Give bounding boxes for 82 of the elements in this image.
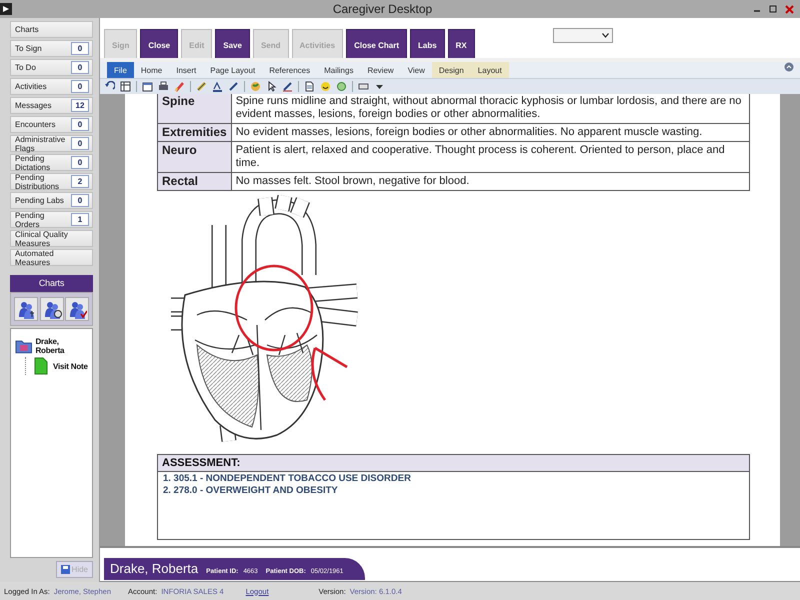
diagnosis-item: 1. 305.1 - NONDEPENDENT TOBACCO USE DISORDER	[162, 472, 412, 484]
sidebar-item[interactable]: Activities 0	[10, 78, 93, 95]
ribbon-tab[interactable]: Review	[360, 62, 401, 78]
count-badge: 0	[71, 61, 89, 74]
people-info-icon	[16, 299, 36, 319]
chart-tool-button[interactable]	[14, 297, 38, 321]
record-icon[interactable]	[336, 81, 347, 92]
globe-icon[interactable]	[250, 81, 261, 92]
exam-label: Extremities	[158, 124, 232, 142]
sidebar-item[interactable]: To Do 0	[10, 59, 93, 76]
count-badge: 1	[71, 213, 89, 226]
document-icon[interactable]	[304, 81, 315, 92]
sidebar-item[interactable]: Automated Measures	[10, 249, 93, 266]
tree-item[interactable]: Visit Note	[53, 362, 88, 370]
maximize-icon[interactable]	[769, 5, 777, 13]
toolbar-button[interactable]: Save	[215, 29, 250, 61]
spelling-icon[interactable]	[282, 81, 293, 92]
ruler-icon[interactable]	[358, 81, 369, 92]
exam-text: No evident masses, lesions, foreign bodies or other abnormalities. No apparent muscle wasting.	[231, 124, 750, 142]
sidebar-item[interactable]: Charts	[10, 21, 93, 38]
ribbon-tab[interactable]: Page Layout	[203, 62, 262, 78]
chart-tool-button[interactable]	[65, 297, 89, 321]
toolbar-button[interactable]: RX	[448, 29, 475, 61]
count-badge: 0	[71, 194, 89, 207]
close-icon[interactable]	[785, 4, 794, 14]
people-check-icon	[67, 299, 87, 319]
highlighter-icon[interactable]	[196, 81, 207, 92]
sidebar-item[interactable]: Pending Labs 0	[10, 192, 93, 209]
sidebar-item[interactable]: Messages 12	[10, 97, 93, 114]
count-badge: 0	[71, 80, 89, 93]
document-icon	[32, 357, 50, 375]
sidebar-item[interactable]: Clinical Quality Measures	[10, 230, 93, 247]
section-header: ASSESSMENT:	[158, 455, 749, 472]
tree-item[interactable]: Drake, Roberta	[35, 337, 88, 355]
count-badge: 2	[71, 175, 89, 188]
smiley-icon[interactable]	[320, 81, 331, 92]
ribbon-tab[interactable]: References	[262, 62, 318, 78]
ribbon-tab[interactable]: Mailings	[317, 62, 360, 78]
toolbar-button[interactable]: Close	[140, 29, 178, 61]
exam-label: Neuro	[158, 142, 232, 172]
toolbar-button[interactable]: Labs	[410, 29, 445, 61]
ribbon-tab[interactable]: Insert	[169, 62, 204, 78]
patient-name: Drake, Roberta	[110, 560, 198, 578]
exam-text: No masses felt. Stool brown, negative for blood.	[231, 172, 750, 190]
count-badge: 0	[71, 42, 89, 55]
ribbon-tab[interactable]: File	[107, 62, 134, 78]
count-badge: 12	[71, 99, 89, 112]
table-icon[interactable]	[120, 81, 131, 92]
sidebar-item[interactable]: Pending Orders 1	[10, 211, 93, 228]
toolbar-button[interactable]: Close Chart	[346, 29, 407, 61]
undo-icon[interactable]	[104, 81, 115, 92]
ribbon-tab[interactable]: Design	[432, 62, 471, 78]
exam-text: Patient is alert, relaxed and cooperative. Thought process is coherent. Oriented to person, place and time.	[231, 142, 750, 172]
exam-text: Spine runs midline and straight, without abnormal thoracic kyphosis or lumbar lordosis, and there are no evident masses, lesions, foreign bodies or other abnormalities.	[231, 94, 750, 124]
pencil-icon[interactable]	[174, 81, 185, 92]
ribbon-tab[interactable]: View	[400, 62, 432, 78]
page-icon[interactable]	[142, 81, 153, 92]
font-color-icon[interactable]	[212, 81, 223, 92]
ribbon-tab[interactable]: Home	[134, 62, 170, 78]
exam-label: Spine	[158, 94, 232, 124]
sidebar-item[interactable]: To Sign 0	[10, 40, 93, 57]
print-icon[interactable]	[158, 81, 169, 92]
window-title: Caregiver Desktop	[332, 2, 434, 16]
count-badge: 0	[71, 118, 89, 131]
collapse-icon[interactable]	[784, 62, 794, 72]
diagnosis-item: 2. 278.0 - OVERWEIGHT AND OBESITY	[162, 484, 339, 496]
chart-tool-button[interactable]	[40, 297, 64, 321]
save-icon	[60, 565, 70, 574]
sidebar-item[interactable]: Encounters 0	[10, 116, 93, 133]
caret-icon	[602, 33, 609, 38]
count-badge: 0	[71, 137, 89, 150]
cursor-icon[interactable]	[266, 81, 277, 92]
sidebar-item[interactable]: Pending Dictations 0	[10, 154, 93, 171]
format-icon[interactable]	[228, 81, 239, 92]
sidebar-item[interactable]: Administrative Flags 0	[10, 135, 93, 152]
exam-label: Rectal	[158, 172, 232, 190]
app-icon	[0, 3, 12, 15]
ribbon-tab[interactable]: Layout	[470, 62, 509, 78]
sidebar-item[interactable]: Pending Distributions 2	[10, 173, 93, 190]
dropdown-field[interactable]	[552, 28, 613, 43]
count-badge: 0	[71, 156, 89, 169]
panel-header: Charts	[10, 275, 93, 292]
